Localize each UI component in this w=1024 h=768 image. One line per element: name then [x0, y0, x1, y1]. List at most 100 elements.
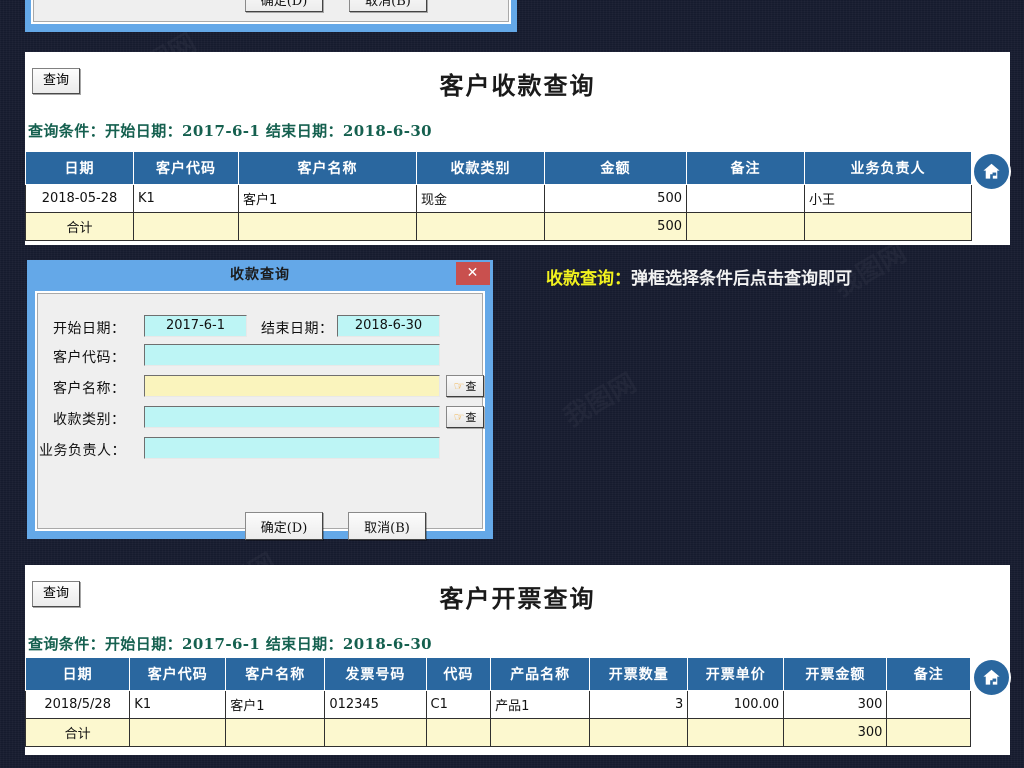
invoice-query-condition: 查询条件：开始日期：2017-6-1 结束日期：2018-6-30	[28, 635, 433, 653]
invoice-report-title: 客户开票查询	[439, 584, 596, 613]
receipt-report-title: 客户收款查询	[439, 71, 596, 100]
col-customer-code: 客户代码	[133, 151, 239, 185]
start-date-label: 开始日期：	[53, 321, 126, 337]
cell-date: 2018/5/28	[24, 690, 131, 719]
cell-date: 2018-05-28	[25, 184, 134, 213]
col-owner: 业务负责人	[804, 151, 972, 185]
cell-customer-code: K1	[133, 184, 239, 213]
cell-amount: 500	[544, 184, 687, 213]
cell-total-blank	[804, 212, 972, 241]
owner-label: 业务负责人：	[39, 443, 126, 459]
cell-qty: 3	[589, 690, 689, 719]
cell-total-blank	[425, 718, 492, 747]
pick-button-label: 查	[465, 411, 477, 424]
cell-total-blank	[886, 718, 971, 747]
annotation-highlight: 收款查询：	[546, 269, 631, 289]
dialog-title-bar: 收款查询 ✕	[30, 262, 490, 287]
customer-code-label: 客户代码：	[53, 350, 126, 366]
col-date: 日期	[25, 151, 134, 185]
col-remark: 备注	[886, 657, 971, 691]
customer-code-input[interactable]	[144, 344, 440, 366]
receipt-query-dialog: 收款查询 ✕ 开始日期： 2017-6-1 结束日期： 2018-6-30 客户…	[27, 260, 493, 540]
table-total-row: 合计 300	[24, 718, 971, 747]
end-date-input[interactable]: 2018-6-30	[337, 315, 440, 337]
cell-total-blank	[238, 212, 417, 241]
table-row[interactable]: 2018-05-28 K1 客户1 现金 500 小王	[25, 184, 972, 213]
table-row[interactable]: 2018/5/28 K1 客户1 012345 C1 产品1 3 100.00 …	[24, 690, 971, 719]
col-invoice-amount: 开票金额	[783, 657, 888, 691]
end-date-label: 结束日期：	[261, 321, 334, 337]
start-date-input[interactable]: 2017-6-1	[144, 315, 247, 337]
cell-total-blank	[129, 718, 227, 747]
cell-total-label: 合计	[25, 212, 134, 241]
cell-unit-price: 100.00	[687, 690, 785, 719]
col-invoice-no: 发票号码	[324, 657, 427, 691]
invoice-table: 日期 客户代码 客户名称 发票号码 代码 产品名称 开票数量 开票单价 开票金额…	[24, 657, 971, 747]
cell-total-blank	[133, 212, 239, 241]
col-code: 代码	[425, 657, 492, 691]
receipt-type-lookup-button[interactable]: ☞ 查	[446, 406, 484, 428]
invoice-home-button[interactable]	[974, 660, 1009, 695]
col-unit-price: 开票单价	[687, 657, 785, 691]
pointing-hand-icon: ☞	[453, 379, 465, 393]
receipt-query-condition: 查询条件：开始日期：2017-6-1 结束日期：2018-6-30	[28, 122, 433, 140]
cell-total-blank	[324, 718, 427, 747]
cell-invoice-amount: 300	[783, 690, 888, 719]
customer-name-lookup-button[interactable]: ☞ 查	[446, 375, 484, 397]
col-qty: 开票数量	[589, 657, 689, 691]
cell-total-blank	[416, 212, 545, 241]
cell-total-amount: 300	[783, 718, 888, 747]
cell-total-label: 合计	[24, 718, 131, 747]
dialog-body: 开始日期： 2017-6-1 结束日期： 2018-6-30 客户代码： 客户名…	[35, 291, 485, 540]
receipt-table: 日期 客户代码 客户名称 收款类别 金额 备注 业务负责人 2018-05-28…	[25, 151, 972, 241]
cell-remark	[886, 690, 971, 719]
close-icon[interactable]: ✕	[456, 262, 490, 285]
pointing-hand-icon: ☞	[453, 410, 465, 424]
col-product-name: 产品名称	[490, 657, 591, 691]
cell-customer-name: 客户1	[238, 184, 417, 213]
dialog-cancel-button[interactable]: 取消(B)	[348, 512, 426, 540]
annotation-text: 弹框选择条件后点击查询即可	[631, 269, 852, 289]
receipt-home-button[interactable]	[974, 154, 1009, 189]
top-dialog-ok-button[interactable]: 确定(D)	[245, 0, 323, 12]
col-customer-code: 客户代码	[129, 657, 227, 691]
col-customer-name: 客户名称	[225, 657, 326, 691]
home-icon[interactable]	[974, 660, 1009, 695]
receipt-type-label: 收款类别：	[53, 412, 126, 428]
cell-owner: 小王	[804, 184, 972, 213]
cell-total-amount: 500	[544, 212, 687, 241]
cell-total-blank	[589, 718, 689, 747]
customer-name-label: 客户名称：	[53, 381, 126, 397]
cell-customer-code: K1	[129, 690, 227, 719]
col-customer-name: 客户名称	[238, 151, 417, 185]
receipt-type-input[interactable]	[144, 406, 440, 428]
col-remark: 备注	[686, 151, 805, 185]
home-icon[interactable]	[974, 154, 1009, 189]
owner-input[interactable]	[144, 437, 440, 459]
cell-customer-name: 客户1	[225, 690, 326, 719]
pick-button-label: 查	[465, 380, 477, 393]
customer-name-input[interactable]	[144, 375, 440, 397]
cell-invoice-no: 012345	[324, 690, 427, 719]
partial-dialog-top: 确定(D) 取消(B)	[25, 0, 517, 32]
receipt-table-header-row: 日期 客户代码 客户名称 收款类别 金额 备注 业务负责人	[25, 151, 972, 185]
invoice-report-panel: 查询 客户开票查询 查询条件：开始日期：2017-6-1 结束日期：2018-6…	[24, 565, 1010, 755]
col-receipt-type: 收款类别	[416, 151, 545, 185]
cell-remark	[686, 184, 805, 213]
invoice-table-header-row: 日期 客户代码 客户名称 发票号码 代码 产品名称 开票数量 开票单价 开票金额…	[24, 657, 971, 691]
dialog-title-text: 收款查询	[230, 267, 290, 283]
cell-total-blank	[686, 212, 805, 241]
table-total-row: 合计 500	[25, 212, 972, 241]
cell-receipt-type: 现金	[416, 184, 545, 213]
dialog-ok-button[interactable]: 确定(D)	[245, 512, 323, 540]
watermark: 我图网	[556, 363, 642, 434]
cell-total-blank	[490, 718, 591, 747]
cell-total-blank	[225, 718, 326, 747]
top-dialog-cancel-button[interactable]: 取消(B)	[349, 0, 427, 12]
col-amount: 金额	[544, 151, 687, 185]
cell-code: C1	[425, 690, 492, 719]
col-date: 日期	[24, 657, 131, 691]
cell-product-name: 产品1	[490, 690, 591, 719]
receipt-report-panel: 查询 客户收款查询 查询条件：开始日期：2017-6-1 结束日期：2018-6…	[25, 52, 1010, 245]
cell-total-blank	[687, 718, 785, 747]
